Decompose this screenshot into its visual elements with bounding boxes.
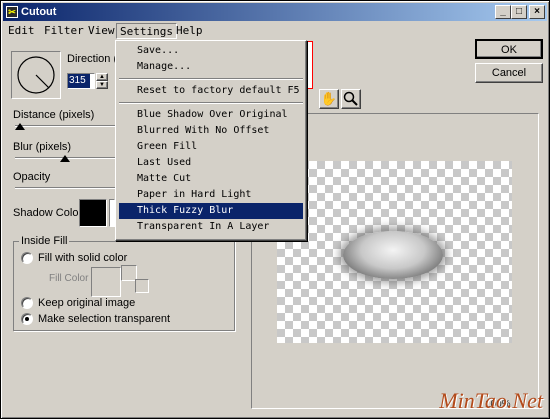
- close-button[interactable]: ×: [529, 5, 545, 19]
- direction-spin-down[interactable]: ▼: [96, 81, 108, 89]
- ok-button[interactable]: OK: [475, 39, 543, 59]
- zoom-tool-button[interactable]: [341, 89, 361, 109]
- distance-slider-thumb[interactable]: [15, 123, 25, 130]
- menu-settings[interactable]: Settings: [116, 23, 177, 39]
- fill-color-label: Fill Color: [49, 273, 89, 284]
- menu-edit[interactable]: Edit: [5, 23, 38, 39]
- keep-original-radio[interactable]: [21, 297, 33, 309]
- shadow-color-swatch[interactable]: [79, 199, 107, 227]
- maximize-button[interactable]: □: [511, 5, 527, 19]
- distance-slider-track[interactable]: [15, 125, 115, 127]
- direction-label: Direction (: [67, 53, 118, 65]
- settings-menu: Save... Manage... Reset to factory defau…: [115, 40, 307, 241]
- title-bar[interactable]: ✂ Cutout: [3, 3, 547, 21]
- blur-slider-thumb[interactable]: [60, 155, 70, 162]
- hand-tool-button[interactable]: ✋: [319, 89, 339, 109]
- app-icon: ✂: [6, 6, 18, 18]
- make-transparent-label: Make selection transparent: [38, 313, 171, 325]
- menu-help[interactable]: Help: [173, 23, 206, 39]
- direction-value: 315: [68, 74, 90, 88]
- preset-green-fill[interactable]: Green Fill: [119, 139, 303, 155]
- shadow-color-fill: [80, 200, 106, 226]
- preset-paper-hard-light[interactable]: Paper in Hard Light: [119, 187, 303, 203]
- make-transparent-radio[interactable]: [21, 313, 33, 325]
- direction-dial-icon: [17, 56, 55, 94]
- preset-thick-fuzzy-blur[interactable]: Thick Fuzzy Blur: [119, 203, 303, 219]
- keep-original-label: Keep original image: [38, 297, 136, 309]
- menu-separator: [119, 102, 303, 104]
- menu-manage[interactable]: Manage...: [119, 59, 303, 75]
- direction-spin-up[interactable]: ▲: [96, 73, 108, 81]
- preset-last-used[interactable]: Last Used: [119, 155, 303, 171]
- watermark-text: MinTao.Net: [439, 388, 543, 413]
- preset-blue-shadow[interactable]: Blue Shadow Over Original: [119, 107, 303, 123]
- preset-blurred-no-offset[interactable]: Blurred With No Offset: [119, 123, 303, 139]
- blur-label: Blur (pixels): [13, 141, 72, 153]
- menu-separator: [119, 78, 303, 80]
- fill-solid-radio[interactable]: [21, 252, 33, 264]
- fill-color-small-swatch-2: [135, 279, 149, 293]
- menu-save[interactable]: Save...: [119, 43, 303, 59]
- fill-solid-label: Fill with solid color: [38, 252, 128, 264]
- menu-view[interactable]: View: [85, 23, 118, 39]
- distance-label: Distance (pixels): [13, 109, 95, 121]
- preset-matte-cut[interactable]: Matte Cut: [119, 171, 303, 187]
- fill-color-swatch: [91, 267, 121, 297]
- preview-canvas[interactable]: [277, 161, 512, 343]
- shadow-color-label: Shadow Color: [13, 207, 83, 219]
- preset-transparent-layer[interactable]: Transparent In A Layer: [119, 219, 303, 235]
- opacity-label: Opacity: [13, 171, 51, 183]
- hand-icon: ✋: [320, 91, 338, 106]
- shadowed-oval: [343, 231, 443, 279]
- inside-fill-label: Inside Fill: [19, 235, 70, 247]
- zoom-icon: [343, 91, 358, 106]
- opacity-slider-track[interactable]: [15, 187, 115, 189]
- direction-input[interactable]: 315: [67, 73, 95, 89]
- menu-reset-factory[interactable]: Reset to factory default F5: [119, 83, 303, 99]
- direction-dial[interactable]: [11, 51, 61, 99]
- cancel-button[interactable]: Cancel: [475, 63, 543, 83]
- menu-filter[interactable]: Filter: [41, 23, 87, 39]
- window-title: Cutout: [21, 6, 57, 18]
- cutout-dialog: ✂ Cutout _ □ × Edit Filter View Settings…: [0, 0, 550, 419]
- menu-bar: Edit Filter View Settings Help: [5, 22, 545, 40]
- minimize-button[interactable]: _: [495, 5, 511, 19]
